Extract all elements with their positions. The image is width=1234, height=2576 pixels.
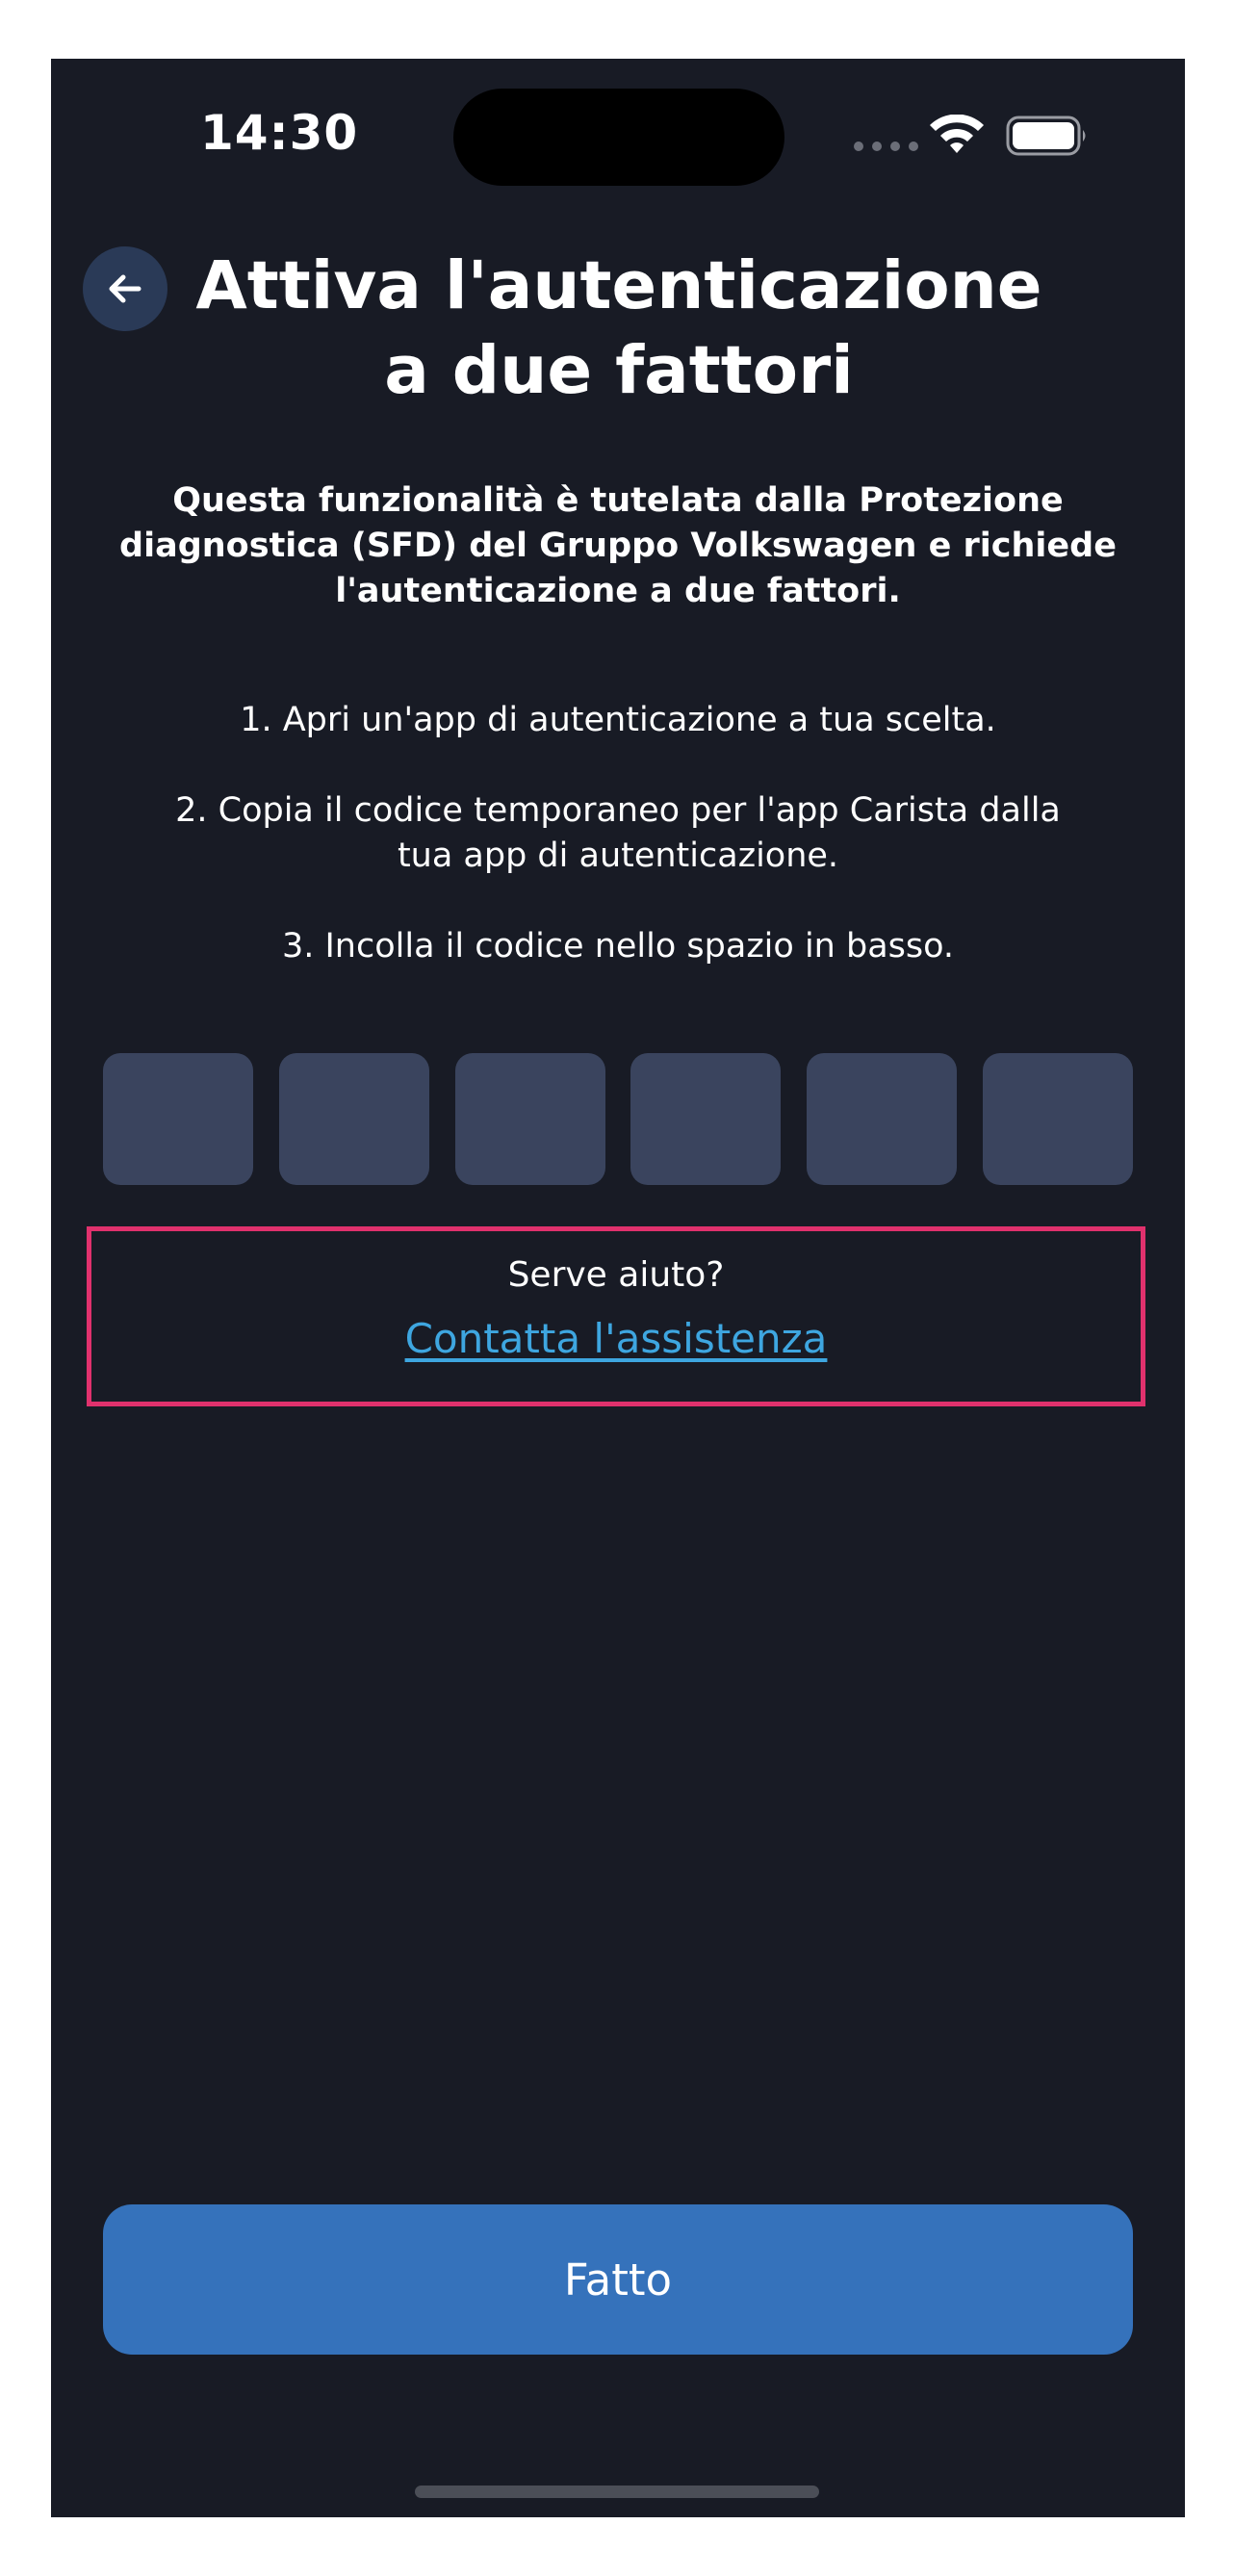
step-2: 2. Copia il codice temporaneo per l'app … (109, 788, 1127, 879)
help-label: Serve aiuto? (507, 1255, 725, 1295)
status-time: 14:30 (200, 105, 359, 161)
home-indicator (415, 2486, 819, 2498)
arrow-left-icon (109, 274, 141, 303)
instruction-steps: 1. Apri un'app di autenticazione a tua s… (109, 698, 1127, 1015)
cellular-signal-icon (854, 142, 918, 151)
code-digit-2[interactable] (278, 1053, 429, 1185)
page-title-line1: Attiva l'autenticazione (195, 247, 1042, 324)
intro-line: l'autenticazione a due fattori. (335, 572, 901, 610)
code-digit-4[interactable] (630, 1053, 782, 1185)
page-title-line2: a due fattori (384, 332, 854, 409)
code-digit-1[interactable] (103, 1053, 253, 1185)
code-digit-5[interactable] (807, 1053, 958, 1185)
intro-line: diagnostica (SFD) del Gruppo Volkswagen … (119, 527, 1117, 565)
contact-support-link[interactable]: Contatta l'assistenza (405, 1313, 828, 1365)
code-digit-3[interactable] (454, 1053, 605, 1185)
step-2-line2: tua app di autenticazione. (397, 837, 839, 875)
step-2-line1: 2. Copia il codice temporaneo per l'app … (175, 791, 1061, 830)
dynamic-island (453, 89, 784, 186)
done-button[interactable]: Fatto (103, 2204, 1133, 2355)
step-3: 3. Incolla il codice nello spazio in bas… (281, 927, 955, 966)
step-1: 1. Apri un'app di autenticazione a tua s… (240, 701, 996, 739)
wifi-icon (930, 115, 984, 153)
back-button[interactable] (83, 246, 167, 331)
battery-icon (1006, 116, 1086, 156)
app-screen: 14:30 Attiva l'autenticazione a due fatt… (51, 59, 1185, 2517)
page-title: Attiva l'autenticazione a due fattori (176, 244, 1062, 413)
help-section: Serve aiuto? Contatta l'assistenza (87, 1226, 1145, 1406)
code-digit-6[interactable] (982, 1053, 1133, 1185)
intro-line: Questa funzionalità è tutelata dalla Pro… (172, 481, 1064, 520)
code-input-group (103, 1053, 1133, 1185)
intro-text: Questa funzionalità è tutelata dalla Pro… (99, 478, 1137, 614)
